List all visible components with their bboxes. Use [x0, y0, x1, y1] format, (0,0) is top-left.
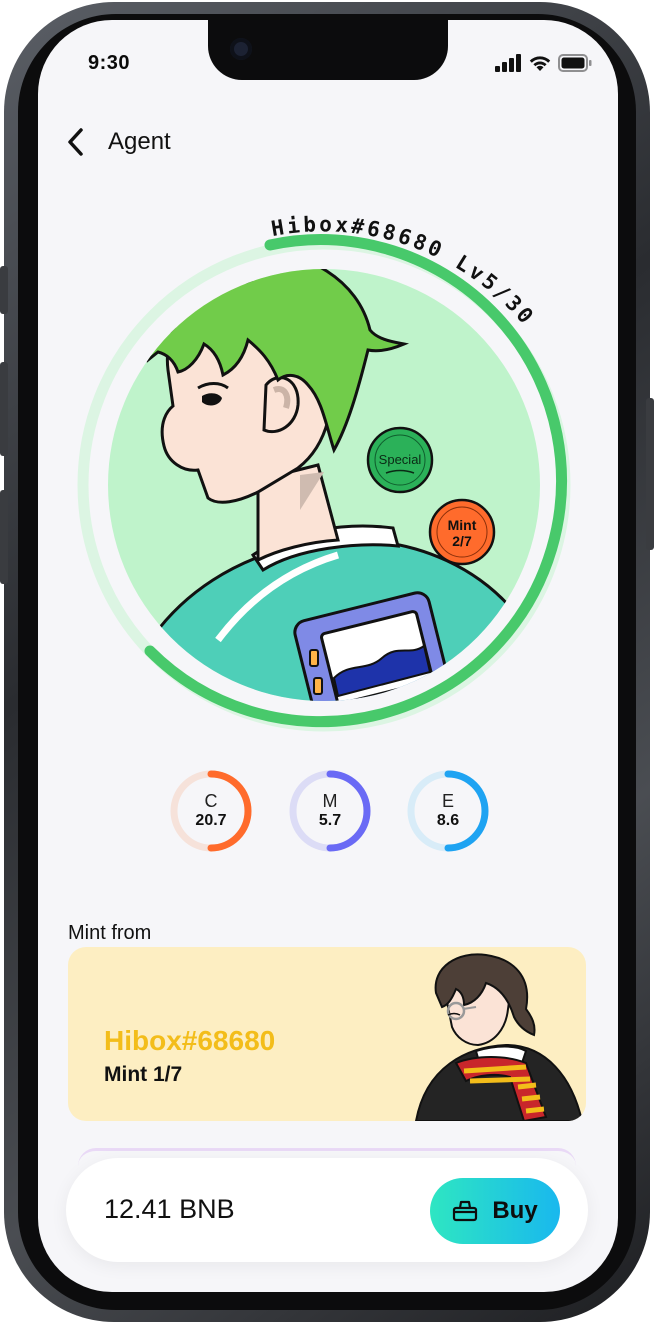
stat-m: M 5.7	[287, 768, 373, 854]
stat-e: E 8.6	[405, 768, 491, 854]
buy-button-label: Buy	[492, 1197, 538, 1224]
stat-c-letter: C	[204, 791, 218, 811]
wifi-icon	[529, 56, 551, 71]
status-time: 9:30	[88, 52, 131, 74]
battery-icon	[558, 54, 592, 72]
stat-e-letter: E	[441, 791, 454, 811]
mint-badge-label-top: Mint	[448, 517, 477, 533]
buy-button[interactable]: Buy	[430, 1178, 560, 1244]
mint-from-heading: Mint from	[68, 922, 152, 944]
special-badge-label: Special	[379, 452, 422, 467]
purchase-bar: 12.41 BNB Buy	[66, 1158, 588, 1262]
stat-c-value: 20.7	[195, 812, 227, 829]
front-camera	[230, 38, 252, 60]
side-button-power	[646, 398, 654, 550]
special-badge: Special	[366, 426, 434, 494]
back-arrow-icon[interactable]	[66, 124, 90, 160]
stat-c: C 20.7	[168, 768, 254, 854]
stat-m-letter: M	[322, 791, 338, 811]
mint-from-card[interactable]: Hibox#68680 Mint 1/7	[68, 947, 586, 1121]
side-button-volume-down	[0, 490, 8, 584]
price-label: 12.41 BNB	[104, 1194, 235, 1224]
mint-card-mint: Mint 1/7	[104, 1063, 183, 1086]
mint-badge: Mint 2/7	[428, 498, 496, 566]
status-icons	[494, 54, 592, 72]
mint-badge-label-bottom: 2/7	[452, 533, 472, 549]
signal-icon	[495, 54, 521, 72]
page-title: Agent	[108, 128, 171, 155]
side-button-volume-up	[0, 362, 8, 456]
side-button-action	[0, 266, 8, 314]
basket-icon	[453, 1200, 478, 1222]
mint-card-avatar	[414, 953, 584, 1121]
nft-hero: Special Mint 2/7 Hibox#68680 Lv5/30	[38, 210, 618, 770]
mint-card-name: Hibox#68680	[104, 1025, 276, 1056]
page-header: Agent	[66, 124, 171, 160]
stat-m-value: 5.7	[318, 812, 342, 829]
stat-e-value: 8.6	[436, 812, 460, 829]
nft-hero-art: Special Mint 2/7 Hibox#68680 Lv5/30	[77, 212, 571, 732]
app-screen: 9:30 Agent Special Mint 2/7 Hibox#68680 …	[38, 20, 618, 1292]
